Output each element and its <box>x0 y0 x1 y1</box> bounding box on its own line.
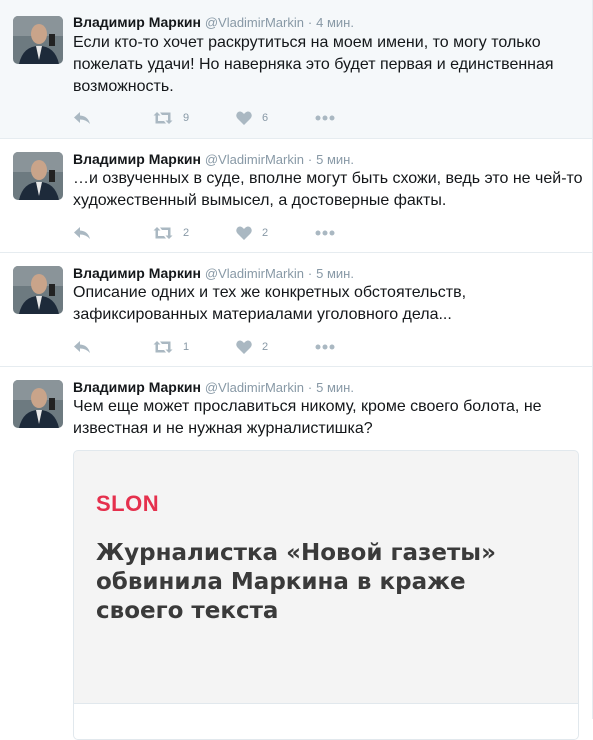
retweet-icon <box>153 226 173 240</box>
card-title: Журналистка «Новой газеты» обвинила Марк… <box>96 540 496 624</box>
timestamp[interactable]: 4 мин. <box>316 15 354 30</box>
reply-icon <box>73 111 91 125</box>
like-button[interactable]: 2 <box>236 226 268 240</box>
separator: · <box>307 380 313 395</box>
retweet-count: 9 <box>183 112 190 124</box>
retweet-button[interactable]: 9 <box>153 111 189 125</box>
tweet-header: Владимир Маркин @VladimirMarkin · 5 мин. <box>73 264 354 283</box>
like-count: 2 <box>262 341 269 353</box>
author-name[interactable]: Владимир Маркин <box>73 379 201 395</box>
timestamp[interactable]: 5 мин. <box>316 152 354 167</box>
reply-button[interactable] <box>73 340 91 354</box>
tweet[interactable]: Владимир Маркин @VladimirMarkin · 5 мин.… <box>0 253 593 367</box>
heart-icon <box>236 340 252 354</box>
card-footer <box>74 703 578 739</box>
heart-icon <box>236 226 252 240</box>
retweet-count: 2 <box>183 227 190 239</box>
retweet-button[interactable]: 2 <box>153 226 189 240</box>
tweet-text: …и озвученных в суде, вполне могут быть … <box>73 170 583 209</box>
timestamp[interactable]: 5 мин. <box>316 380 354 395</box>
more-button[interactable] <box>315 115 335 121</box>
reply-icon <box>73 226 91 240</box>
author-handle[interactable]: @VladimirMarkin <box>205 266 304 281</box>
author-name[interactable]: Владимир Маркин <box>73 151 201 167</box>
timestamp[interactable]: 5 мин. <box>316 266 354 281</box>
like-count: 2 <box>262 227 269 239</box>
author-handle[interactable]: @VladimirMarkin <box>205 152 304 167</box>
link-card[interactable]: SLON Журналистка «Новой газеты» обвинила… <box>73 450 579 740</box>
tweet-text: Чем еще может прославиться никому, кроме… <box>73 398 542 437</box>
more-button[interactable] <box>315 344 335 350</box>
separator: · <box>307 152 313 167</box>
reply-button[interactable] <box>73 226 91 240</box>
more-icon <box>315 344 335 350</box>
card-logo: SLON <box>96 491 160 516</box>
heart-icon <box>236 111 252 125</box>
like-button[interactable]: 2 <box>236 340 268 354</box>
retweet-icon <box>153 340 173 354</box>
avatar[interactable] <box>13 266 63 314</box>
retweet-icon <box>153 111 173 125</box>
retweet-button[interactable]: 1 <box>153 340 189 354</box>
more-icon <box>315 230 335 236</box>
tweet-header: Владимир Маркин @VladimirMarkin · 5 мин. <box>73 150 354 169</box>
separator: · <box>307 15 313 30</box>
like-count: 6 <box>262 112 269 124</box>
tweet-text: Если кто-то хочет раскрутиться на моем и… <box>73 34 554 95</box>
more-icon <box>315 115 335 121</box>
avatar[interactable] <box>13 16 63 64</box>
author-handle[interactable]: @VladimirMarkin <box>205 15 304 30</box>
retweet-count: 1 <box>183 341 190 353</box>
more-button[interactable] <box>315 230 335 236</box>
author-name[interactable]: Владимир Маркин <box>73 265 201 281</box>
tweet[interactable]: Владимир Маркин @VladimirMarkin · 4 мин.… <box>0 0 593 139</box>
author-handle[interactable]: @VladimirMarkin <box>205 380 304 395</box>
reply-button[interactable] <box>73 111 91 125</box>
tweet-header: Владимир Маркин @VladimirMarkin · 4 мин. <box>73 13 354 32</box>
like-button[interactable]: 6 <box>236 111 268 125</box>
reply-icon <box>73 340 91 354</box>
tweet-header: Владимир Маркин @VladimirMarkin · 5 мин. <box>73 378 354 397</box>
avatar[interactable] <box>13 152 63 200</box>
tweet[interactable]: Владимир Маркин @VladimirMarkin · 5 мин.… <box>0 139 593 253</box>
avatar[interactable] <box>13 380 63 428</box>
separator: · <box>307 266 313 281</box>
tweet-text: Описание одних и тех же конкретных обсто… <box>73 284 467 323</box>
author-name[interactable]: Владимир Маркин <box>73 14 201 30</box>
